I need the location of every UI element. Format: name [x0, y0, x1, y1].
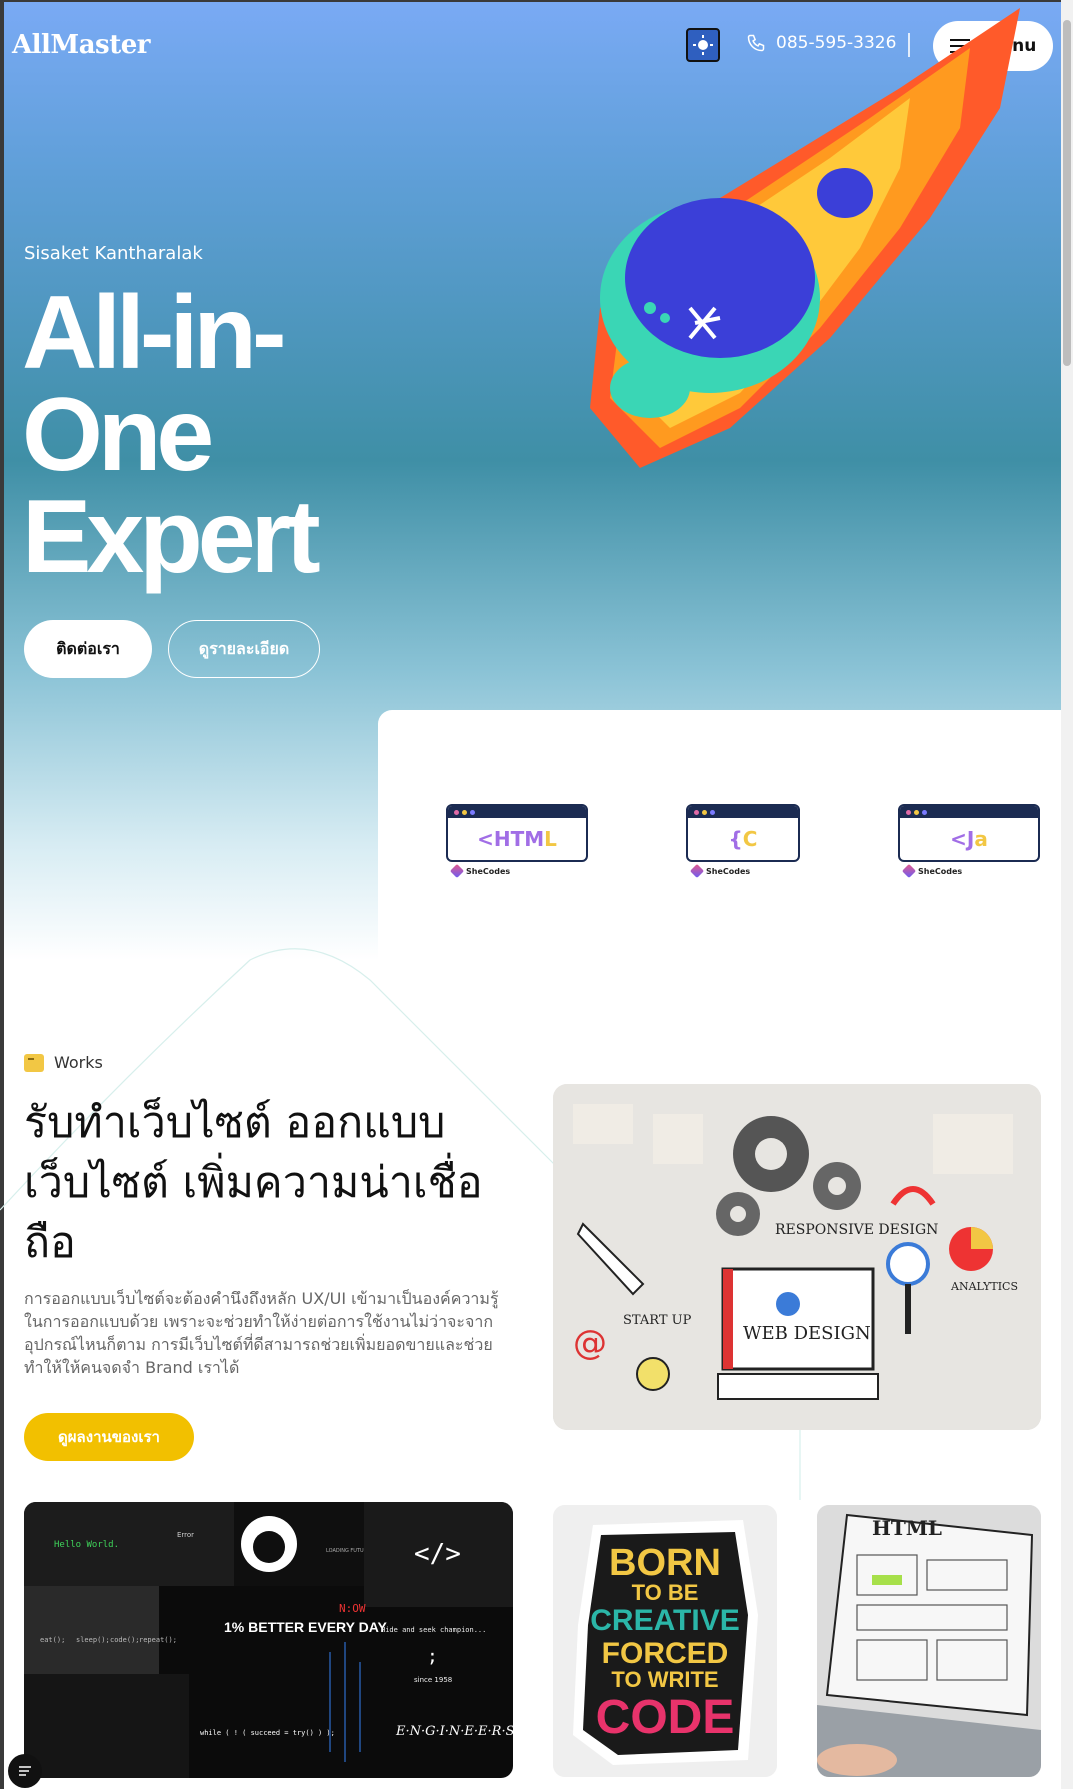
- analytics-label: ANALYTICS: [950, 1280, 1018, 1293]
- contact-button[interactable]: ติดต่อเรา: [24, 620, 152, 678]
- hero-title-line: One: [22, 377, 214, 493]
- tech-card-html[interactable]: <HTM L SheCodes: [446, 804, 588, 879]
- comet-illustration: [590, 8, 1020, 468]
- web-design-image: RESPONSIVE DESIGN WEB DESIGN START UP @ …: [553, 1084, 1041, 1430]
- sticker-line: TO BE: [632, 1580, 699, 1605]
- sticker-line: TO WRITE: [611, 1667, 718, 1692]
- site-logo[interactable]: AllMaster: [12, 30, 150, 60]
- sleep-text: sleep();: [76, 1636, 110, 1644]
- brand-label: SheCodes: [466, 866, 511, 876]
- web-design-label: WEB DESIGN: [743, 1323, 871, 1344]
- loading-text: LOADING FUTURE: [326, 1548, 370, 1554]
- code-window: {C: [686, 804, 800, 862]
- tech-carousel: <HTM L SheCodes {C SheCodes <J a SheCodes: [378, 710, 1061, 960]
- html-laptop-image: HTML: [817, 1505, 1041, 1777]
- code-text-tail: a: [974, 827, 988, 851]
- now-text: N:OW: [339, 1602, 366, 1615]
- window-border-left: [0, 0, 4, 1789]
- sticker-line: FORCED: [602, 1637, 729, 1670]
- semicolon-text: ;: [427, 1646, 438, 1667]
- view-works-button[interactable]: ดูผลงานของเรา: [24, 1413, 194, 1461]
- responsive-label: RESPONSIVE DESIGN: [775, 1222, 938, 1238]
- shecodes-logo-icon: [901, 863, 917, 879]
- hero-title-line: All-in-: [22, 275, 287, 391]
- works-description: การออกแบบเว็บไซต์จะต้องคำนึงถึงหลัก UX/U…: [24, 1289, 499, 1377]
- settings-fab-button[interactable]: [8, 1754, 42, 1788]
- code-text: {: [728, 827, 743, 851]
- details-button[interactable]: ดูรายละเอียด: [168, 620, 320, 678]
- window-border-top: [0, 0, 1073, 2]
- hero-subtitle: Sisaket Kantharalak: [24, 243, 203, 264]
- tech-card-js[interactable]: <J a SheCodes: [898, 804, 1040, 879]
- folder-icon: [24, 1053, 44, 1072]
- error-text: Error: [177, 1531, 194, 1539]
- code-window: <HTM L: [446, 804, 588, 862]
- code-text: <HTM: [477, 827, 545, 851]
- born-to-code-sticker-image: BORN TO BE CREATIVE FORCED TO WRITE CODE: [553, 1505, 777, 1777]
- svg-text:</>: </>: [414, 1539, 461, 1569]
- startup-label: START UP: [623, 1313, 692, 1328]
- since-text: since 1958: [414, 1676, 452, 1684]
- sticker-line: CODE: [596, 1691, 735, 1744]
- loop-text: while ( ! ( succeed = try() ) );: [200, 1729, 335, 1737]
- better-text: 1% BETTER EVERY DAY: [224, 1619, 388, 1635]
- brand-label: SheCodes: [706, 866, 751, 876]
- hero-title: All-in- One Expert: [22, 275, 442, 595]
- laptop-html-label: HTML: [872, 1516, 942, 1540]
- code-text: <J: [950, 827, 975, 851]
- brand-label: SheCodes: [918, 866, 963, 876]
- works-heading: รับทำเว็บไซต์ ออกแบบเว็บไซต์ เพิ่มความน่…: [24, 1098, 483, 1268]
- code-window: <J a: [898, 804, 1040, 862]
- svg-text:@: @: [573, 1323, 607, 1363]
- engineers-text: E·N·G·I·N·E·E·R·S: [395, 1724, 513, 1739]
- tech-card-c[interactable]: {C SheCodes: [686, 804, 800, 879]
- seek-text: Hide and seek champion...: [381, 1626, 486, 1634]
- sticker-line: CREATIVE: [590, 1604, 739, 1637]
- sticker-line: BORN: [609, 1542, 721, 1584]
- hero-title-line: Expert: [22, 479, 321, 595]
- filter-icon: [19, 1766, 31, 1776]
- code-text-tail: L: [544, 827, 557, 851]
- shecodes-logo-icon: [689, 863, 705, 879]
- page-scrollbar[interactable]: [1061, 0, 1073, 1789]
- code-text-tail: C: [742, 827, 758, 851]
- shecodes-logo-icon: [449, 863, 465, 879]
- repeat-text: repeat();: [139, 1636, 177, 1644]
- works-tag-label: Works: [54, 1053, 103, 1072]
- code-collage-image: Hello World. Error eat(); sleep(); code(…: [24, 1502, 513, 1778]
- hello-world-text: Hello World.: [54, 1540, 119, 1550]
- scrollbar-thumb[interactable]: [1063, 20, 1071, 366]
- works-tag: Works: [24, 1053, 103, 1072]
- eat-text: eat();: [40, 1636, 65, 1644]
- code-text: code();: [110, 1636, 140, 1644]
